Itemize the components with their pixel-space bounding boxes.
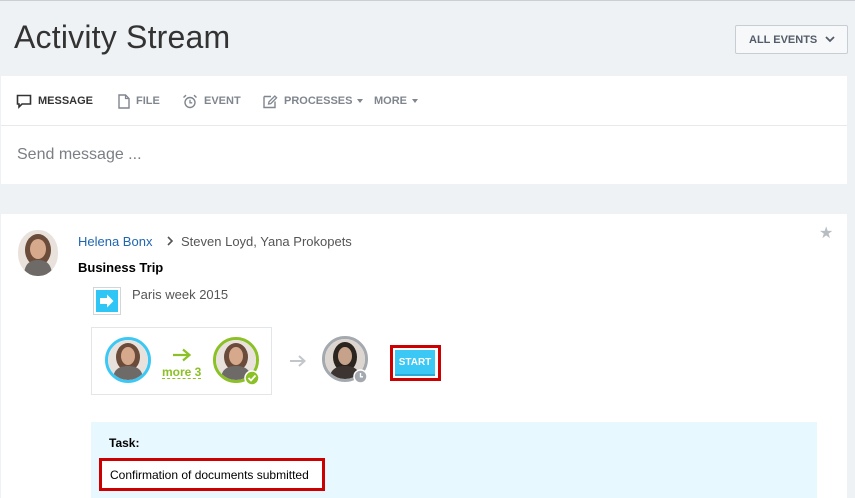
arrow-right-icon (173, 348, 192, 362)
task-text[interactable]: Confirmation of documents submitted (110, 468, 309, 482)
tab-file-label: FILE (136, 95, 160, 107)
task-label: Task: (109, 436, 140, 450)
post-title: Business Trip (78, 260, 164, 275)
tab-more-label: MORE (374, 95, 407, 107)
tab-file[interactable]: FILE (118, 93, 160, 109)
tab-more[interactable]: MORE (374, 93, 418, 109)
task-highlight: Confirmation of documents submitted (99, 458, 325, 491)
all-events-dropdown[interactable]: ALL EVENTS (735, 25, 848, 54)
activity-post: Helena Bonx Steven Loyd, Yana Prokopets … (1, 214, 847, 498)
events-filter-label: ALL EVENTS (749, 33, 818, 46)
process-name[interactable]: Paris week 2015 (132, 287, 228, 302)
tab-message-label: MESSAGE (38, 95, 94, 107)
composer-tabs: MESSAGE FILE EVENT PROCESSES MORE (1, 76, 847, 126)
woman-portrait-icon (108, 340, 148, 380)
top-divider (0, 0, 855, 1)
message-composer: MESSAGE FILE EVENT PROCESSES MORE (1, 76, 847, 184)
tab-event-label: EVENT (204, 95, 241, 107)
workflow-participants: more 3 (91, 327, 272, 395)
star-icon[interactable]: ★ (819, 223, 833, 243)
woman-portrait-icon (18, 230, 58, 276)
tab-message[interactable]: MESSAGE (16, 93, 93, 109)
edit-icon (263, 94, 278, 108)
page-title: Activity Stream (14, 19, 231, 55)
tab-processes-label: PROCESSES (284, 95, 353, 107)
alarm-clock-icon (183, 94, 197, 108)
tab-processes[interactable]: PROCESSES (262, 93, 364, 109)
file-icon (118, 93, 130, 109)
tab-event[interactable]: EVENT (182, 93, 241, 109)
task-block: Task: Confirmation of documents submitte… (91, 422, 817, 498)
author-avatar[interactable] (18, 230, 58, 276)
business-process-icon (93, 287, 121, 315)
recipients[interactable]: Steven Loyd, Yana Prokopets (181, 234, 352, 249)
participant-avatar[interactable] (105, 337, 151, 383)
checkmark-icon (244, 370, 260, 386)
more-participants-link[interactable]: more 3 (162, 366, 202, 379)
caret-down-icon (412, 99, 418, 103)
message-icon (16, 94, 32, 109)
start-button[interactable]: START (390, 345, 441, 381)
start-button-label: START (395, 350, 435, 376)
send-message-input[interactable] (17, 144, 817, 166)
chevron-down-icon (825, 36, 835, 43)
clock-icon (353, 369, 368, 384)
author-link[interactable]: Helena Bonx (78, 234, 152, 249)
caret-down-icon (357, 99, 364, 103)
chevron-right-icon (167, 236, 174, 246)
arrow-right-icon (290, 355, 306, 367)
